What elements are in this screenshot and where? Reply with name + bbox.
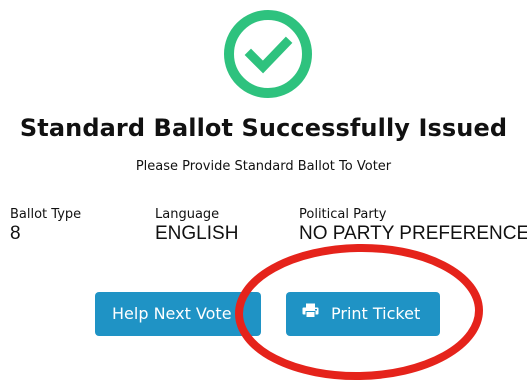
language-field: Language ENGLISH bbox=[155, 207, 238, 245]
print-ticket-label: Print Ticket bbox=[331, 304, 421, 323]
ballot-type-value: 8 bbox=[10, 223, 21, 244]
help-next-voter-button[interactable]: Help Next Vote bbox=[95, 292, 261, 336]
political-party-field: Political Party NO PARTY PREFERENCE bbox=[299, 207, 527, 245]
help-next-voter-label: Help Next Vote bbox=[112, 304, 232, 323]
political-party-label: Political Party bbox=[299, 207, 387, 222]
language-label: Language bbox=[155, 207, 220, 222]
dialog-title: Standard Ballot Successfully Issued bbox=[19, 114, 508, 142]
ballot-type-label: Ballot Type bbox=[10, 207, 82, 222]
print-ticket-button[interactable]: Print Ticket bbox=[286, 292, 440, 336]
ballot-type-field: Ballot Type 8 bbox=[10, 207, 81, 245]
dialog-subtitle: Please Provide Standard Ballot To Voter bbox=[135, 159, 392, 174]
political-party-value: NO PARTY PREFERENCE bbox=[299, 223, 527, 244]
language-value: ENGLISH bbox=[155, 223, 239, 244]
success-check-icon bbox=[222, 8, 314, 100]
printer-icon bbox=[302, 292, 319, 335]
